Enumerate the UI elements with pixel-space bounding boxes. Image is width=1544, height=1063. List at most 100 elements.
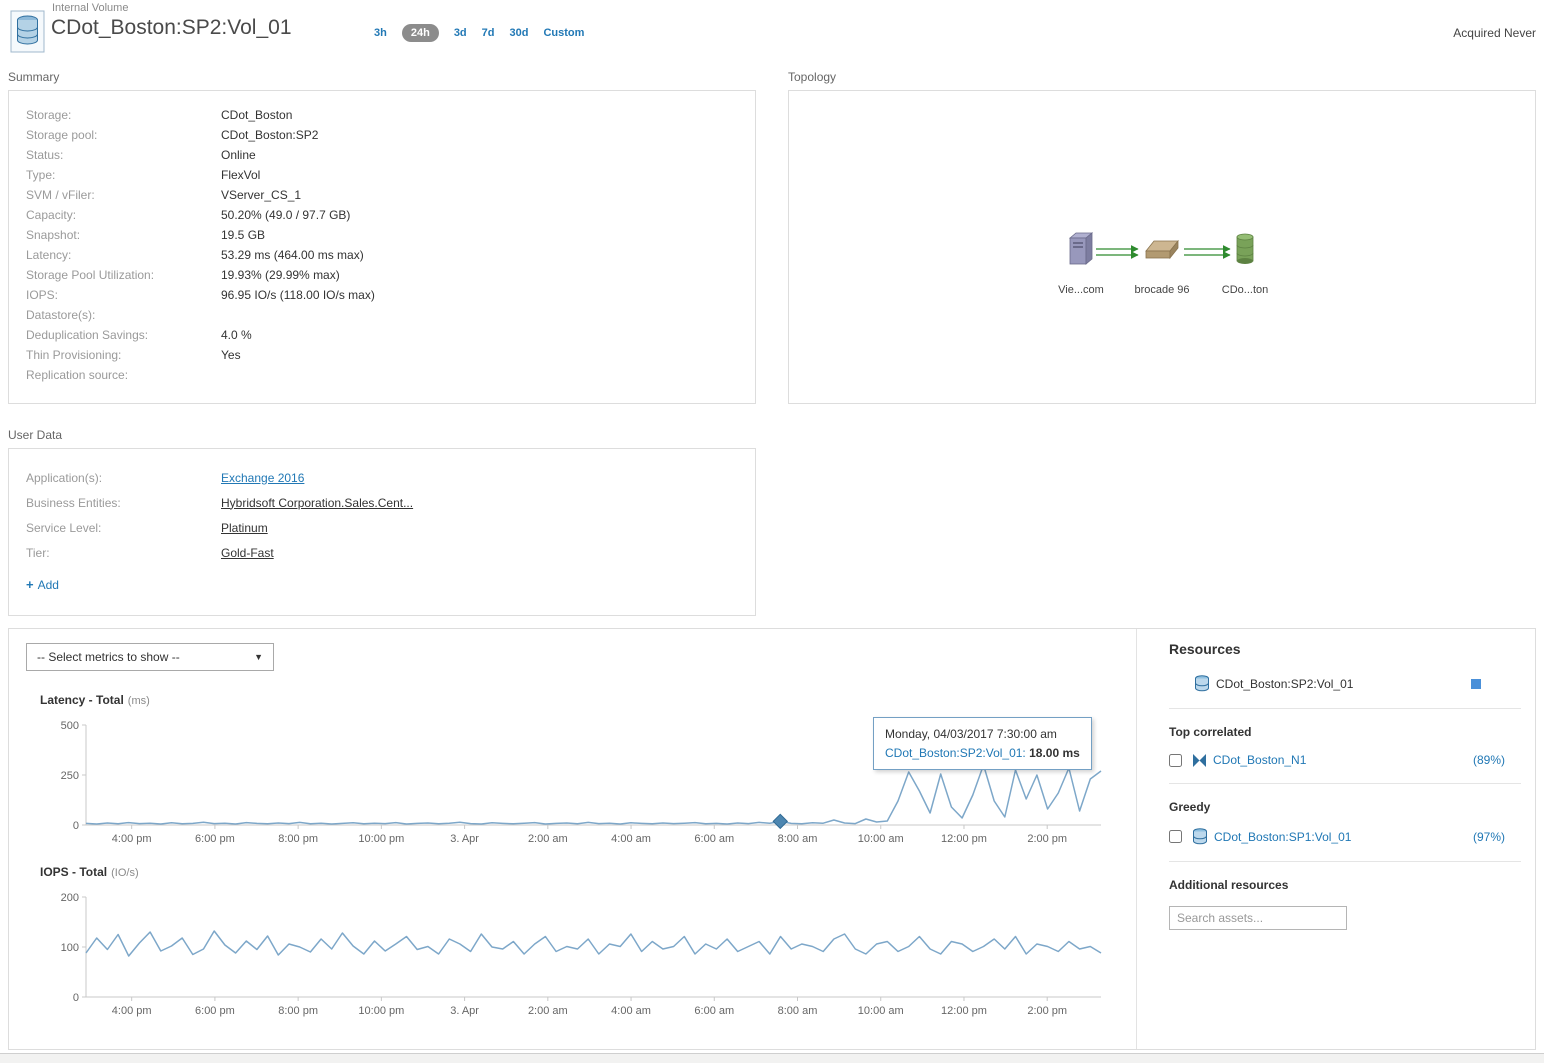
summary-row: Storage:CDot_Boston — [26, 105, 755, 125]
user-data-label: Business Entities: — [26, 496, 221, 510]
svg-text:4:00 am: 4:00 am — [611, 1005, 651, 1017]
topology-node-storage[interactable] — [1237, 234, 1253, 264]
summary-label: Thin Provisioning: — [26, 348, 221, 362]
summary-label: Snapshot: — [26, 228, 221, 242]
topology-node-switch[interactable] — [1146, 241, 1178, 258]
acquired-status: Acquired Never — [1453, 26, 1536, 40]
summary-label: Datastore(s): — [26, 308, 221, 322]
summary-value: 19.5 GB — [221, 228, 265, 242]
summary-value: VServer_CS_1 — [221, 188, 301, 202]
resource-main-label: CDot_Boston:SP2:Vol_01 — [1216, 677, 1353, 691]
tooltip-asset-link[interactable]: CDot_Boston:SP2:Vol_01: — [885, 746, 1026, 760]
summary-row: Deduplication Savings:4.0 % — [26, 325, 755, 345]
svg-text:250: 250 — [61, 770, 79, 782]
correlated-resource-link[interactable]: CDot_Boston_N1 — [1213, 753, 1306, 767]
business-entity-value[interactable]: Hybridsoft Corporation.Sales.Cent... — [221, 496, 413, 510]
node-icon — [1193, 754, 1206, 767]
resource-checkbox[interactable] — [1169, 830, 1182, 843]
greedy-percent[interactable]: (97%) — [1473, 830, 1505, 844]
svg-text:200: 200 — [61, 892, 79, 904]
summary-label: Type: — [26, 168, 221, 182]
user-data-label: Tier: — [26, 546, 221, 560]
summary-row: Capacity:50.20% (49.0 / 97.7 GB) — [26, 205, 755, 225]
asset-type-label: Internal Volume — [52, 2, 128, 14]
latency-chart-title: Latency - Total(ms) — [40, 693, 150, 707]
user-data-section-title: User Data — [8, 428, 62, 442]
search-assets-input[interactable] — [1169, 906, 1347, 930]
user-data-row: Service Level:Platinum — [26, 515, 755, 540]
iops-chart[interactable]: 01002004:00 pm6:00 pm8:00 pm10:00 pm3. A… — [36, 881, 1111, 1021]
time-range-bar: 3h 24h 3d 7d 30d Custom — [374, 24, 584, 42]
tier-value[interactable]: Gold-Fast — [221, 546, 274, 560]
svg-text:10:00 am: 10:00 am — [858, 1005, 904, 1017]
svg-text:0: 0 — [73, 992, 79, 1004]
correlation-percent[interactable]: (89%) — [1473, 753, 1505, 767]
summary-value: 53.29 ms (464.00 ms max) — [221, 248, 364, 262]
service-level-value[interactable]: Platinum — [221, 521, 268, 535]
chart-tooltip: Monday, 04/03/2017 7:30:00 am CDot_Bosto… — [873, 717, 1092, 770]
summary-label: Replication source: — [26, 368, 221, 382]
svg-text:8:00 pm: 8:00 pm — [278, 1005, 318, 1017]
time-range-7d[interactable]: 7d — [482, 27, 495, 39]
topology-section-title: Topology — [788, 70, 836, 84]
internal-volume-page: Internal Volume CDot_Boston:SP2:Vol_01 3… — [0, 0, 1544, 1063]
svg-text:4:00 pm: 4:00 pm — [112, 833, 152, 845]
summary-label: Storage pool: — [26, 128, 221, 142]
topology-panel: Vie...com brocade 96 CDo...ton — [788, 90, 1536, 404]
user-data-label: Service Level: — [26, 521, 221, 535]
add-user-data-button[interactable]: + Add — [26, 577, 755, 592]
storage-pool-link[interactable]: CDot_Boston:SP2 — [221, 128, 318, 142]
summary-section-title: Summary — [8, 70, 59, 84]
summary-row: SVM / vFiler:VServer_CS_1 — [26, 185, 755, 205]
svg-text:0: 0 — [73, 820, 79, 832]
topology-node-label: Vie...com — [1058, 284, 1104, 296]
time-range-custom[interactable]: Custom — [543, 27, 584, 39]
svg-text:500: 500 — [61, 720, 79, 732]
volume-icon — [1193, 828, 1207, 845]
time-range-30d[interactable]: 30d — [510, 27, 529, 39]
topology-node-label: CDo...ton — [1222, 284, 1268, 296]
user-data-row: Business Entities:Hybridsoft Corporation… — [26, 490, 755, 515]
summary-row: Type:FlexVol — [26, 165, 755, 185]
svg-text:8:00 am: 8:00 am — [778, 833, 818, 845]
summary-value: 96.95 IO/s (118.00 IO/s max) — [221, 288, 375, 302]
tooltip-date: Monday, 04/03/2017 7:30:00 am — [885, 725, 1080, 744]
summary-value: 4.0 % — [221, 328, 252, 342]
tooltip-value: 18.00 ms — [1029, 746, 1080, 760]
divider — [1169, 708, 1521, 709]
volume-icon — [1195, 675, 1209, 692]
iops-chart-title: IOPS - Total(IO/s) — [40, 865, 139, 879]
additional-resources-heading: Additional resources — [1169, 878, 1521, 892]
top-correlated-heading: Top correlated — [1169, 725, 1521, 739]
svg-text:3. Apr: 3. Apr — [450, 1005, 479, 1017]
add-label: Add — [38, 578, 59, 592]
svg-text:2:00 pm: 2:00 pm — [1027, 833, 1067, 845]
topology-node-label: brocade 96 — [1134, 284, 1189, 296]
summary-label: Latency: — [26, 248, 221, 262]
divider — [1169, 783, 1521, 784]
summary-value: 19.93% (29.99% max) — [221, 268, 340, 282]
resource-checkbox[interactable] — [1169, 754, 1182, 767]
metrics-panel: -- Select metrics to show -- ▼ Latency -… — [8, 628, 1536, 1050]
summary-row: Thin Provisioning:Yes — [26, 345, 755, 365]
vertical-divider — [1136, 629, 1137, 1049]
svg-text:6:00 am: 6:00 am — [694, 833, 734, 845]
summary-row: Datastore(s): — [26, 305, 755, 325]
storage-link[interactable]: CDot_Boston — [221, 108, 292, 122]
time-range-3d[interactable]: 3d — [454, 27, 467, 39]
svg-text:4:00 am: 4:00 am — [611, 833, 651, 845]
svg-text:12:00 pm: 12:00 pm — [941, 833, 987, 845]
time-range-3h[interactable]: 3h — [374, 27, 387, 39]
greedy-resource-link[interactable]: CDot_Boston:SP1:Vol_01 — [1214, 830, 1351, 844]
svg-text:8:00 am: 8:00 am — [778, 1005, 818, 1017]
select-metrics-dropdown[interactable]: -- Select metrics to show -- ▼ — [26, 643, 274, 671]
application-link[interactable]: Exchange 2016 — [221, 471, 304, 485]
resources-panel: Resources CDot_Boston:SP2:Vol_01 Top cor… — [1169, 641, 1521, 930]
summary-row: Snapshot:19.5 GB — [26, 225, 755, 245]
time-range-24h-selected[interactable]: 24h — [402, 24, 439, 42]
user-data-row: Tier:Gold-Fast — [26, 540, 755, 565]
svg-text:4:00 pm: 4:00 pm — [112, 1005, 152, 1017]
divider — [1169, 861, 1521, 862]
summary-row: Replication source: — [26, 365, 755, 385]
topology-node-host[interactable] — [1070, 233, 1092, 264]
